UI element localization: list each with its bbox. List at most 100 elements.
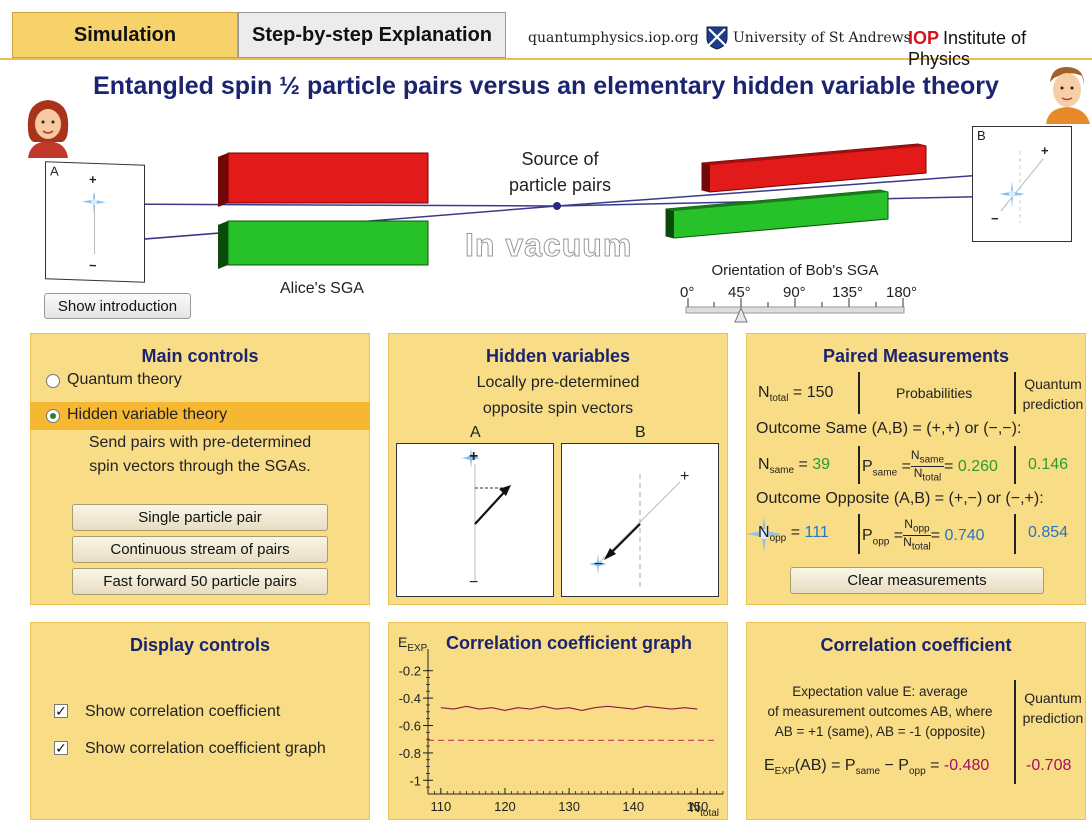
- checkbox-show-graph[interactable]: ✓: [54, 741, 68, 755]
- source-label-line2: particle pairs: [508, 175, 612, 195]
- n-total-readout: Ntotal = 150: [758, 384, 834, 405]
- show-introduction-button[interactable]: Show introduction: [44, 293, 191, 319]
- checkbox-show-coefficient[interactable]: ✓: [54, 704, 68, 718]
- source-label-line1: Source of: [521, 149, 599, 169]
- university-link[interactable]: University of St Andrews: [733, 30, 911, 46]
- continuous-stream-button[interactable]: Continuous stream of pairs: [72, 536, 328, 563]
- screen-a-label: A: [50, 163, 59, 179]
- alice-sga-label: Alice's SGA: [280, 280, 364, 297]
- display-controls-title: Display controls: [129, 635, 271, 655]
- p-same-value: 0.260: [957, 458, 998, 476]
- x-tick-label-140: 140: [622, 799, 644, 814]
- source-dot: [553, 202, 561, 210]
- corr-divider: [1014, 680, 1016, 784]
- n-total-sub: total: [769, 393, 789, 405]
- divider-5: [858, 514, 860, 554]
- p-opp-value: 0.740: [944, 527, 985, 545]
- screen-a-plus: +: [89, 171, 97, 188]
- e-popp-sub: opp: [908, 766, 926, 778]
- divider-4: [1014, 446, 1016, 484]
- hidden-label-a: A: [470, 424, 481, 441]
- site-link[interactable]: quantumphysics.iop.org: [528, 30, 699, 46]
- paired-measurements-title: Paired Measurements: [822, 346, 1010, 366]
- corr-desc-line2: of measurement outcomes AB, where: [767, 704, 993, 719]
- x-tick-label-120: 120: [494, 799, 516, 814]
- corr-quantum-line1: Quantum: [1024, 690, 1082, 706]
- option-hidden-label[interactable]: Hidden variable theory: [67, 406, 227, 424]
- y-tick-label-2: -0.6: [399, 719, 421, 734]
- tab-step-by-step[interactable]: Step-by-step Explanation: [238, 12, 506, 58]
- n-opp-sub: opp: [769, 533, 787, 545]
- divider-2: [1014, 372, 1016, 414]
- n-opp-readout: Nopp = 111: [758, 524, 829, 545]
- hidden-box-b-drawing: [589, 474, 681, 588]
- iop-short: IOP: [908, 28, 940, 48]
- n-total-label: N: [758, 384, 770, 401]
- frac-same-den-sub: total: [922, 472, 942, 484]
- e-sub: EXP: [774, 766, 795, 778]
- screen-b: B + −: [972, 126, 1072, 242]
- show-graph-label[interactable]: Show correlation coefficient graph: [85, 740, 326, 758]
- divider-6: [1014, 514, 1016, 554]
- main-desc-line1: Send pairs with pre-determined: [88, 434, 312, 451]
- show-coefficient-label[interactable]: Show correlation coefficient: [85, 703, 280, 721]
- option-quantum-label[interactable]: Quantum theory: [67, 371, 182, 389]
- q-e-value: -0.708: [1026, 757, 1072, 774]
- orientation-label: Orientation of Bob's SGA: [711, 262, 879, 279]
- orientation-tick-45: 45°: [728, 284, 751, 301]
- single-pair-button[interactable]: Single particle pair: [72, 504, 328, 531]
- p-opp-sub: opp: [872, 536, 890, 548]
- probabilities-label: Probabilities: [896, 385, 973, 401]
- radio-quantum[interactable]: [46, 374, 60, 388]
- e-equals: =: [925, 757, 944, 774]
- vacuum-label: In vacuum: [464, 227, 633, 264]
- q-opp-value: 0.854: [1028, 524, 1069, 541]
- hidden-a-minus: −: [469, 574, 479, 591]
- radio-hidden-variable[interactable]: [46, 409, 60, 423]
- orientation-tick-180: 180°: [886, 284, 918, 301]
- experiment-scene: A + − B + − Source of particle pairs In …: [0, 110, 1092, 325]
- main-desc-line2: spin vectors through the SGAs.: [89, 458, 311, 475]
- hidden-label-b: B: [635, 424, 646, 441]
- frac-opp-num-sub: opp: [912, 523, 930, 535]
- p-same-sub: same: [872, 467, 898, 479]
- top-bar: Simulation Step-by-step Explanation quan…: [0, 0, 1092, 69]
- clear-measurements-button[interactable]: Clear measurements: [790, 567, 1044, 594]
- fast-forward-button[interactable]: Fast forward 50 particle pairs: [72, 568, 328, 595]
- corr-quantum-line2: prediction: [1022, 710, 1084, 726]
- display-controls-panel: Display controls: [30, 622, 370, 820]
- orientation-tick-0: 0°: [680, 284, 695, 301]
- n-same-sub: same: [769, 465, 795, 477]
- hidden-box-b: + −: [561, 443, 719, 597]
- y-tick-label-0: -0.2: [399, 664, 421, 679]
- e-label: E: [764, 757, 775, 774]
- beam-to-alice-upper: [94, 203, 558, 207]
- screen-a: A + −: [45, 161, 145, 283]
- tab-simulation[interactable]: Simulation: [12, 12, 238, 58]
- x-tick-label-130: 130: [558, 799, 580, 814]
- e-exp-readout: EEXP(AB) = Psame − Popp = -0.480: [764, 757, 989, 777]
- hidden-variables-title: Hidden variables: [485, 346, 631, 366]
- y-tick-label-4: -1: [409, 773, 421, 788]
- n-same-value: 39: [812, 456, 831, 473]
- q-same-value: 0.146: [1028, 456, 1069, 473]
- page-title: Entangled spin ½ particle pairs versus a…: [93, 72, 999, 100]
- paired-quantum-line2: prediction: [1022, 396, 1084, 412]
- n-total-value: 150: [806, 384, 834, 401]
- screen-a-minus: −: [89, 257, 97, 274]
- corr-desc-line1: Expectation value E: average: [792, 684, 968, 699]
- p-same-readout: Psame = Nsame Ntotal = 0.260: [862, 448, 998, 484]
- hidden-box-a: + −: [396, 443, 554, 597]
- frac-opp-den-sub: total: [911, 541, 931, 553]
- paired-quantum-line1: Quantum: [1024, 376, 1082, 392]
- corr-desc-line3: AB = +1 (same), AB = -1 (opposite): [774, 724, 986, 739]
- correlation-coefficient-title: Correlation coefficient: [820, 635, 1012, 655]
- spark-a-icon: [82, 189, 106, 214]
- university-crest-icon: [706, 26, 728, 50]
- e-expr: (AB) = P: [794, 757, 856, 774]
- spark-b-icon: [999, 181, 1025, 207]
- main-controls-title: Main controls: [141, 346, 259, 366]
- orientation-tick-90: 90°: [783, 284, 806, 301]
- y-tick-label-3: -0.8: [399, 746, 421, 761]
- n-opp-value: 111: [804, 524, 829, 541]
